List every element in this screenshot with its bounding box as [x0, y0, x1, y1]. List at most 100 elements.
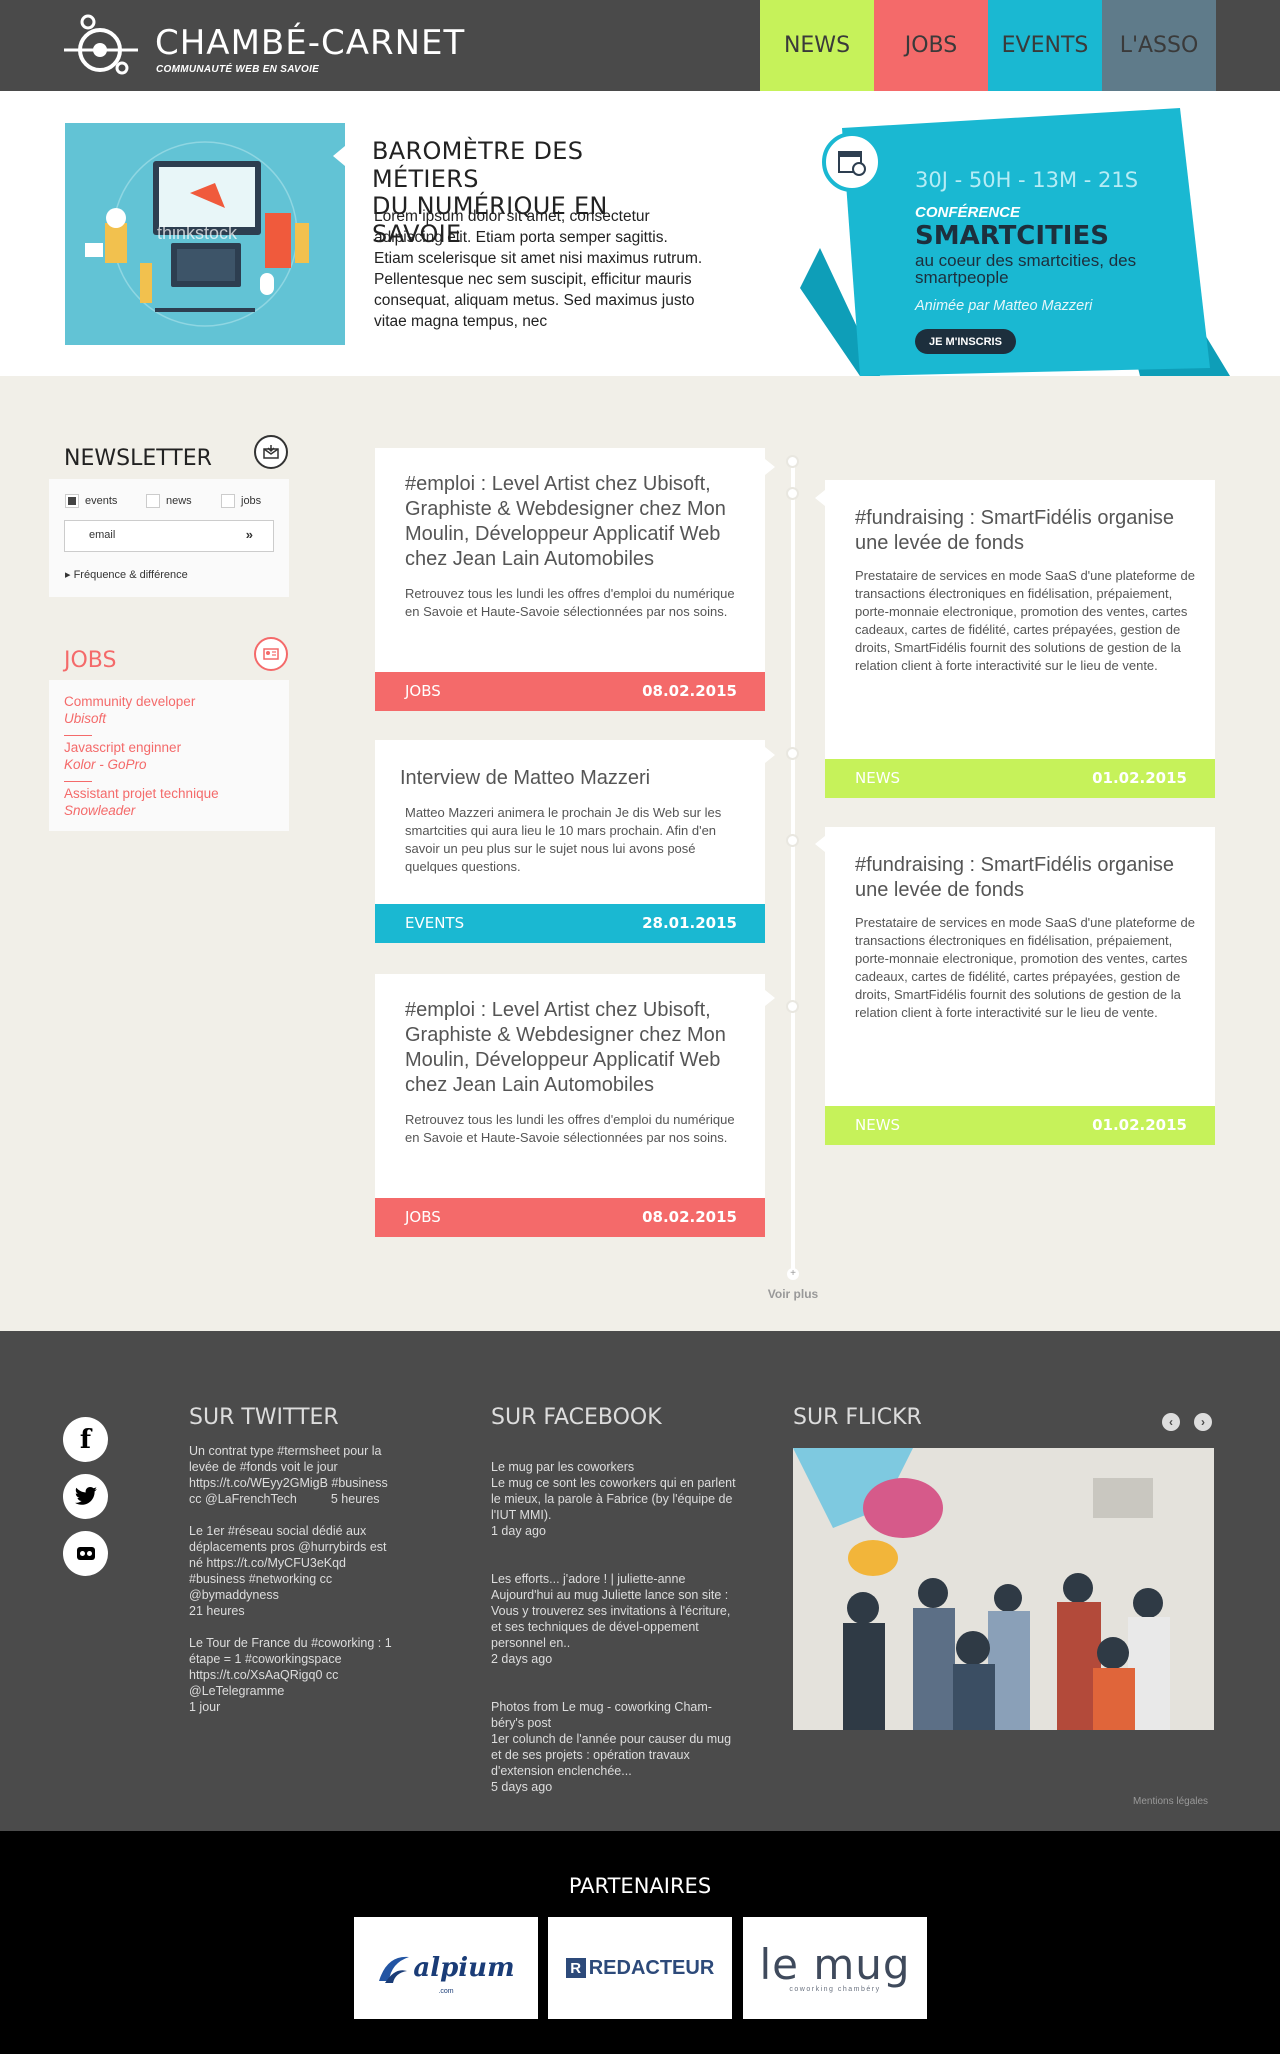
prev-arrow-icon[interactable]: ‹: [1162, 1413, 1180, 1431]
twitter-icon[interactable]: [63, 1474, 108, 1519]
timeline-dot: [786, 455, 799, 468]
card-pointer: [765, 459, 775, 475]
card-excerpt: Prestataire de services en mode SaaS d'u…: [855, 568, 1195, 673]
tweet[interactable]: Un contrat type #termsheet pour la levée…: [189, 1443, 399, 1507]
jobs-widget-title: JOBS: [64, 648, 117, 673]
logo-name[interactable]: CHAMBÉ-CARNET: [155, 26, 465, 60]
see-more-link[interactable]: Voir plus: [745, 1287, 841, 1301]
nav-asso[interactable]: L'ASSO: [1102, 0, 1216, 91]
id-card-icon: [254, 637, 288, 671]
twitter-title: SUR TWITTER: [189, 1405, 339, 1430]
promo-title: SMARTCITIES: [915, 221, 1109, 251]
card-title: #fundraising : SmartFidélis organise une…: [855, 507, 1175, 554]
flickr-title: SUR FLICKR: [793, 1405, 922, 1430]
promo-subtitle: au coeur des smartcities, des smartpeopl…: [915, 251, 1137, 287]
jobs-widget-box: Community developer Ubisoft Javascript e…: [49, 680, 289, 831]
hero-illustration[interactable]: thinkstock: [65, 123, 345, 345]
nav-events[interactable]: EVENTS: [988, 0, 1102, 91]
card-footer: NEWS 01.02.2015: [825, 1106, 1215, 1145]
card-footer: JOBS 08.02.2015: [375, 672, 765, 711]
flickr-icon[interactable]: [63, 1531, 108, 1576]
newsletter-option-news[interactable]: news: [146, 494, 192, 508]
partner-lemug[interactable]: le mug coworking chambéry: [743, 1917, 927, 2019]
legal-link[interactable]: Mentions légales: [1133, 1796, 1208, 1807]
tweet[interactable]: Le 1er #réseau social dédié aux déplacem…: [189, 1523, 399, 1619]
partner-redacteur[interactable]: R REDACTEUR: [548, 1917, 732, 2019]
card-category: NEWS: [855, 1116, 901, 1134]
redacteur-logo-icon: R: [565, 1958, 586, 1978]
timeline-card[interactable]: #fundraising : SmartFidélis organise une…: [825, 480, 1215, 798]
divider: [64, 781, 92, 782]
frequency-link[interactable]: ▸ Fréquence & différence: [65, 568, 188, 581]
tweet[interactable]: Le Tour de France du #coworking : 1 étap…: [189, 1635, 399, 1715]
card-date: 01.02.2015: [1092, 769, 1187, 787]
hero-pointer: [333, 146, 345, 166]
checkbox-events[interactable]: [65, 494, 79, 508]
tweet-list: Un contrat type #termsheet pour la levée…: [189, 1443, 399, 1731]
facebook-post[interactable]: Le mug par les coworkers Le mug ce sont …: [491, 1459, 736, 1539]
checkbox-jobs[interactable]: [221, 494, 235, 508]
card-category: JOBS: [405, 1208, 441, 1226]
promo-host: Animée par Matteo Mazzeri: [915, 298, 1093, 314]
facebook-post[interactable]: Photos from Le mug - coworking Cham-béry…: [491, 1699, 736, 1795]
image-watermark: thinkstock: [157, 223, 238, 243]
timeline-card[interactable]: Interview de Matteo Mazzeri Matteo Mazze…: [375, 740, 765, 943]
card-category: NEWS: [855, 769, 901, 787]
plus-icon[interactable]: +: [787, 1268, 799, 1280]
partners-title: PARTENAIRES: [568, 1874, 712, 1898]
newsletter-option-events[interactable]: events: [65, 494, 117, 508]
facebook-post[interactable]: Les efforts... j'adore ! | juliette-anne…: [491, 1571, 736, 1667]
alpium-logo-icon: [379, 1956, 410, 1983]
card-excerpt: Prestataire de services en mode SaaS d'u…: [855, 915, 1195, 1020]
timeline-card[interactable]: #emploi : Level Artist chez Ubisoft, Gra…: [375, 448, 765, 711]
timeline-dot: [786, 747, 799, 760]
partner-alpium[interactable]: alpium .com: [354, 1917, 538, 2019]
timeline-dot: [786, 834, 799, 847]
facebook-title: SUR FACEBOOK: [491, 1405, 662, 1430]
logo-icon[interactable]: [62, 14, 144, 76]
checkbox-news[interactable]: [146, 494, 160, 508]
newsletter-option-jobs[interactable]: jobs: [221, 494, 261, 508]
timeline-dot: [786, 1000, 799, 1013]
card-pointer: [815, 836, 825, 852]
card-excerpt: Matteo Mazzeri animera le prochain Je di…: [405, 805, 722, 874]
flickr-photo[interactable]: [793, 1448, 1214, 1730]
newsletter-box: events news jobs email » ▸ Fréquence & d…: [49, 479, 289, 597]
timeline-dot: [786, 487, 799, 500]
promo-kind: CONFÉRENCE: [915, 204, 1021, 221]
newsletter-title: NEWSLETTER: [64, 446, 212, 471]
calendar-icon: [822, 132, 882, 192]
logo-tagline: COMMUNAUTÉ WEB EN SAVOIE: [156, 64, 320, 75]
card-title: #emploi : Level Artist chez Ubisoft, Gra…: [405, 999, 726, 1096]
next-arrow-icon[interactable]: ›: [1194, 1413, 1212, 1431]
timeline-card[interactable]: #fundraising : SmartFidélis organise une…: [825, 827, 1215, 1145]
card-category: JOBS: [405, 682, 441, 700]
card-date: 01.02.2015: [1092, 1116, 1187, 1134]
card-pointer: [765, 990, 775, 1006]
job-item[interactable]: Assistant projet technique Snowleader: [64, 785, 219, 819]
photo-crowd: [793, 1448, 1214, 1730]
submit-arrow-icon[interactable]: »: [246, 527, 253, 542]
event-promo[interactable]: 30J - 50H - 13M - 21S CONFÉRENCE SMARTCI…: [800, 108, 1240, 376]
card-pointer: [765, 747, 775, 763]
mail-icon: [254, 435, 288, 469]
nav-jobs[interactable]: JOBS: [874, 0, 988, 91]
card-title: #fundraising : SmartFidélis organise une…: [855, 854, 1175, 901]
job-item[interactable]: Javascript enginner Kolor - GoPro: [64, 739, 181, 773]
email-field[interactable]: email »: [64, 520, 274, 552]
card-category: EVENTS: [405, 914, 465, 932]
job-item[interactable]: Community developer Ubisoft: [64, 693, 195, 727]
nav-news[interactable]: NEWS: [760, 0, 874, 91]
signup-button[interactable]: JE M'INSCRIS: [915, 329, 1016, 354]
facebook-list: Le mug par les coworkers Le mug ce sont …: [491, 1443, 736, 1827]
facebook-icon[interactable]: f: [63, 1417, 108, 1462]
timeline-line: [791, 456, 795, 1274]
card-footer: EVENTS 28.01.2015: [375, 904, 765, 943]
timeline-card[interactable]: #emploi : Level Artist chez Ubisoft, Gra…: [375, 974, 765, 1237]
site-header: CHAMBÉ-CARNET COMMUNAUTÉ WEB EN SAVOIE N…: [0, 0, 1280, 91]
card-date: 08.02.2015: [642, 1208, 737, 1226]
card-excerpt: Retrouvez tous les lundi les offres d'em…: [405, 1112, 735, 1145]
countdown: 30J - 50H - 13M - 21S: [915, 168, 1139, 192]
card-date: 08.02.2015: [642, 682, 737, 700]
card-title: Interview de Matteo Mazzeri: [400, 767, 651, 789]
